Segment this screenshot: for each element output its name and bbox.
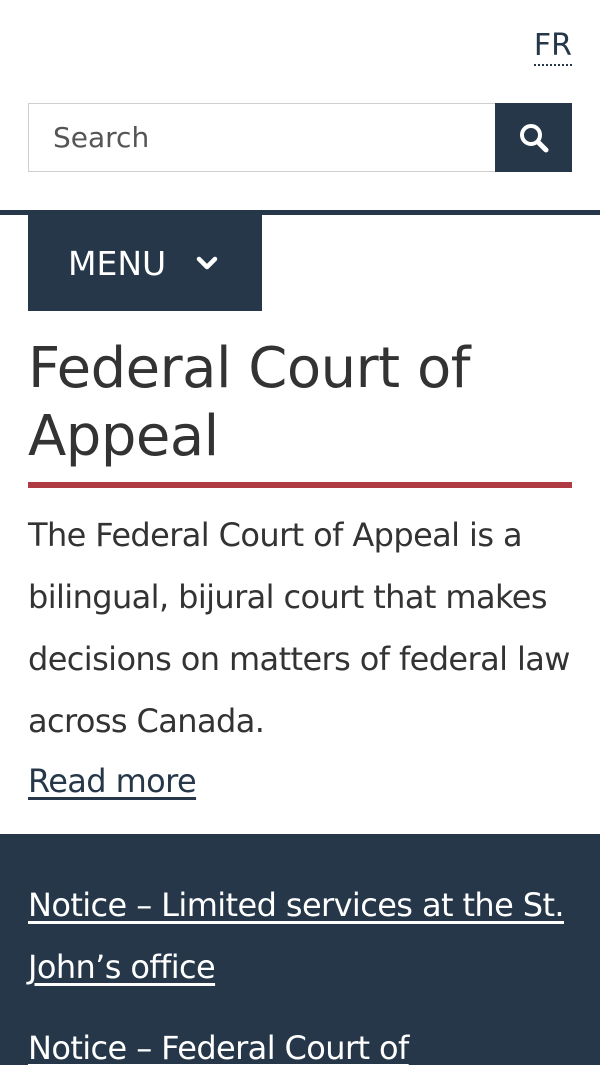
notice-link[interactable]: Notice – Federal Court of	[28, 1017, 578, 1065]
language-toggle-link[interactable]: FR	[533, 28, 572, 66]
page: FR MENU Federal Court of Appeal The Fede…	[0, 0, 600, 1065]
notices-panel: Notice – Limited services at the St. Joh…	[0, 834, 600, 1065]
search-form	[28, 103, 572, 172]
menu-button[interactable]: MENU	[28, 215, 262, 311]
intro-text: The Federal Court of Appeal is a bilingu…	[28, 516, 570, 740]
search-icon	[518, 122, 550, 154]
page-title: Federal Court of Appeal	[28, 336, 470, 469]
search-input[interactable]	[28, 103, 495, 172]
read-more-link[interactable]: Read more	[28, 750, 197, 812]
title-underline	[28, 482, 572, 488]
search-button[interactable]	[495, 103, 572, 172]
notice-link[interactable]: Notice – Limited services at the St. Joh…	[28, 874, 578, 998]
chevron-down-icon	[196, 255, 218, 271]
menu-label: MENU	[68, 243, 167, 283]
